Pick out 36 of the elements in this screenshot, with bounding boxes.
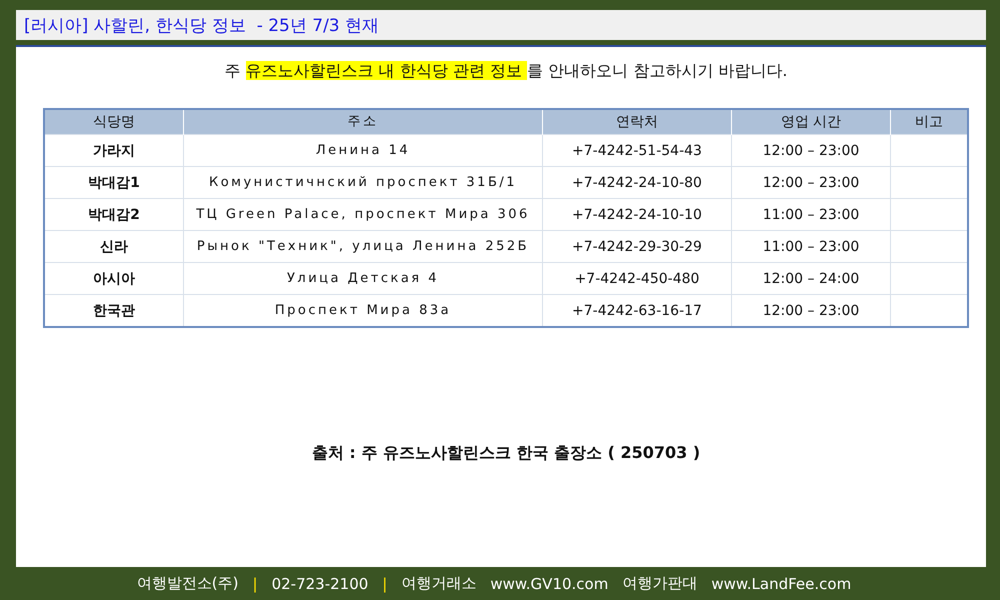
table-cell: +7-4242-29-30-29 [542,230,732,262]
column-header: 비고 [890,109,968,134]
footer-text: www.LandFee.com [711,574,852,592]
footer-text: 여행가판대 [622,574,698,593]
table-cell: 신라 [44,230,184,262]
column-header: 식당명 [44,109,184,134]
table-cell: 아시아 [44,262,184,294]
table-cell: Рынок "Техник", улица Ленина 252Б [184,230,542,262]
footer-text: 여행발전소(주) [136,574,239,593]
footer-text: www.GV10.com [490,574,608,592]
divider-mark: | [382,574,388,592]
column-header: 영업 시간 [732,109,890,134]
table-cell: 박대감2 [44,198,184,230]
footer-text: 여행거래소 [401,574,476,593]
table-cell: 12:00 – 23:00 [732,166,890,198]
source-text: 출처 : 주 유즈노사할린스크 한국 출장소 ( 250703 ) [312,443,700,464]
table-cell: Комунистичнский проспект 31Б/1 [184,166,542,198]
table-cell: 12:00 – 23:00 [732,134,890,166]
table-cell: 11:00 – 23:00 [732,198,890,230]
table-cell: 12:00 – 24:00 [732,262,890,294]
page-title: [러시아] 사할린, 한식당 정보 - 25년 7/3 현재 [24,14,380,36]
column-header: 연락처 [542,109,732,134]
table-cell: ТЦ Green Palace, проспект Мира 306 [184,198,542,230]
table-cell: 가라지 [44,134,184,166]
table-cell: +7-4242-24-10-80 [542,166,732,198]
table-cell: 박대감1 [44,166,184,198]
table-cell: 11:00 – 23:00 [732,230,890,262]
table-cell: +7-4242-24-10-10 [542,198,732,230]
table-cell: Улица Детская 4 [184,262,542,294]
table-cell: +7-4242-450-480 [542,262,732,294]
column-header: 주소 [184,109,542,134]
divider-mark: | [252,574,258,592]
table-cell: Ленина 14 [184,134,542,166]
footer-text: 02-723-2100 [272,574,368,592]
table-cell: +7-4242-51-54-43 [542,134,732,166]
intro-text: 주 유즈노사할린스크 내 한식당 관련 정보 를 안내하오니 참고하시기 바랍니다. [224,61,788,82]
